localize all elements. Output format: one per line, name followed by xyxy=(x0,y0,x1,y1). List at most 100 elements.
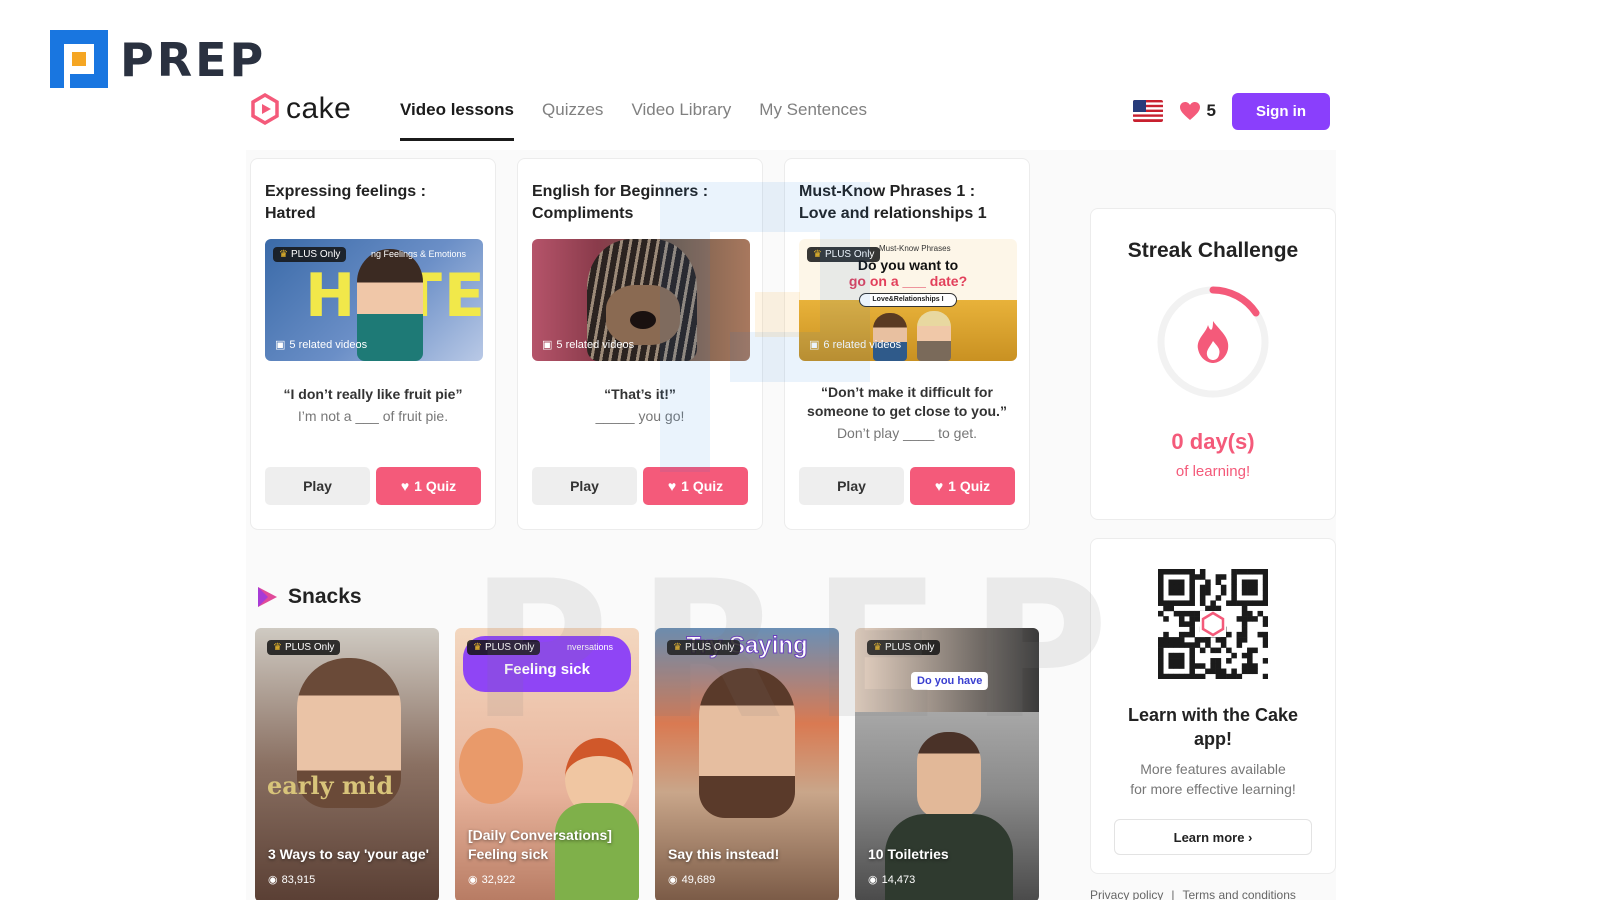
qr-module xyxy=(1163,642,1169,648)
lesson-title[interactable]: English for Beginners : Compliments xyxy=(532,181,748,229)
qr-module xyxy=(1215,579,1222,586)
qr-module xyxy=(1199,569,1206,575)
qr-module xyxy=(1158,673,1164,680)
qr-module xyxy=(1210,600,1216,606)
qr-module xyxy=(1158,579,1164,586)
play-button[interactable]: Play xyxy=(265,467,370,505)
snack-views: ◉ 32,922 xyxy=(468,873,516,887)
qr-module xyxy=(1241,663,1248,669)
snack-card[interactable]: Do you have ♛ PLUS Only 10 Toiletries ◉ 14… xyxy=(855,628,1039,900)
qr-module xyxy=(1194,637,1201,643)
quiz-button[interactable]: ♥ 1 Quiz xyxy=(910,467,1015,505)
qr-module xyxy=(1215,658,1222,664)
qr-module xyxy=(1205,642,1211,648)
qr-module xyxy=(1194,673,1201,680)
prep-logo-icon xyxy=(50,30,110,90)
qr-module xyxy=(1163,569,1169,575)
qr-module xyxy=(1189,595,1195,601)
qr-module xyxy=(1163,637,1169,643)
lesson-card[interactable]: Expressing feelings : Hatred HATE ng Fee… xyxy=(250,158,496,530)
qr-module xyxy=(1247,600,1253,606)
lesson-thumbnail[interactable]: ▣ 5 related videos xyxy=(532,239,750,361)
play-button[interactable]: Play xyxy=(532,467,637,505)
sign-in-button[interactable]: Sign in xyxy=(1232,92,1330,130)
snack-views: ◉ 14,473 xyxy=(868,873,916,887)
learn-more-button[interactable]: Learn more › xyxy=(1114,819,1312,855)
quiz-button[interactable]: ♥ 1 Quiz xyxy=(643,467,748,505)
main-nav: Video lessons Quizzes Video Library My S… xyxy=(400,100,867,141)
hearts-counter[interactable]: 5 xyxy=(1179,101,1216,121)
snack-title: [Daily Conversations] Feeling sick xyxy=(468,827,612,862)
cake-logo[interactable]: cake xyxy=(250,92,351,126)
qr-module xyxy=(1168,569,1175,575)
terms-link[interactable]: Terms and conditions xyxy=(1182,888,1295,900)
qr-module xyxy=(1262,589,1269,596)
qr-module xyxy=(1168,663,1175,669)
qr-module xyxy=(1262,569,1269,575)
lesson-title[interactable]: Must-Know Phrases 1 : Love and relations… xyxy=(799,181,1015,229)
qr-module xyxy=(1194,642,1201,648)
qr-module xyxy=(1163,631,1169,638)
lesson-quote: “Don’t make it difficult for someone to … xyxy=(807,384,1007,419)
quiz-button[interactable]: ♥ 1 Quiz xyxy=(376,467,481,505)
qr-module xyxy=(1241,584,1248,591)
cake-logo-icon xyxy=(251,93,279,125)
lesson-title[interactable]: Expressing feelings : Hatred xyxy=(265,181,481,229)
qr-module xyxy=(1247,610,1253,617)
lesson-thumbnail[interactable]: HATE ng Feelings & Emotions ♛PLUS Only ▣… xyxy=(265,239,483,361)
qr-module xyxy=(1189,584,1195,591)
heart-icon: ♥ xyxy=(667,478,677,494)
qr-module xyxy=(1189,658,1195,664)
snack-overlay-text: Feeling sick xyxy=(504,661,590,678)
snack-card[interactable]: nversations Feeling sick ♛ PLUS Only [Dai… xyxy=(455,628,639,900)
qr-module xyxy=(1215,668,1222,675)
qr-module xyxy=(1220,589,1227,596)
qr-module xyxy=(1189,647,1195,654)
lesson-fill-blank: _____ you go! xyxy=(595,408,685,424)
qr-module xyxy=(1241,668,1248,675)
qr-module xyxy=(1173,610,1180,617)
app-promo-card: Learn with the Cake app! More features a… xyxy=(1090,538,1336,874)
snacks-title: Snacks xyxy=(288,585,362,608)
lesson-card[interactable]: English for Beginners : Compliments ▣ 5 r… xyxy=(517,158,763,530)
nav-video-lessons[interactable]: Video lessons xyxy=(400,100,515,141)
qr-module xyxy=(1199,673,1206,680)
qr-module xyxy=(1199,595,1206,601)
nav-video-library[interactable]: Video Library xyxy=(631,100,731,141)
qr-module xyxy=(1257,569,1264,575)
qr-module xyxy=(1173,642,1180,648)
privacy-policy-link[interactable]: Privacy policy xyxy=(1090,888,1163,900)
qr-module xyxy=(1247,579,1253,586)
qr-module xyxy=(1189,574,1195,580)
qr-module xyxy=(1199,647,1206,654)
qr-module xyxy=(1168,642,1175,648)
play-button[interactable]: Play xyxy=(799,467,904,505)
qr-module xyxy=(1215,574,1222,580)
qr-module xyxy=(1231,673,1237,680)
qr-module xyxy=(1252,663,1258,669)
nav-my-sentences[interactable]: My Sentences xyxy=(759,100,867,141)
qr-module xyxy=(1257,631,1264,638)
qr-module xyxy=(1173,663,1180,669)
app-promo-subtitle: More features available for more effecti… xyxy=(1130,761,1296,797)
plus-only-badge: ♛ PLUS Only xyxy=(667,640,741,655)
related-videos-label: ▣ 5 related videos xyxy=(275,338,368,352)
snack-card[interactable]: early mid ♛ PLUS Only 3 Ways to say 'your… xyxy=(255,628,439,900)
lesson-thumbnail[interactable]: Must-Know Phrases Do you want to go on a… xyxy=(799,239,1017,361)
qr-module xyxy=(1199,637,1206,643)
qr-module xyxy=(1168,658,1175,664)
qr-module xyxy=(1184,569,1190,575)
qr-module xyxy=(1189,663,1195,669)
lesson-card[interactable]: Must-Know Phrases 1 : Love and relations… xyxy=(784,158,1030,530)
us-flag-icon[interactable] xyxy=(1132,100,1163,122)
nav-quizzes[interactable]: Quizzes xyxy=(542,100,603,141)
qr-module xyxy=(1163,673,1169,680)
snack-card[interactable]: Try Saying ♛ PLUS Only Say this instead! … xyxy=(655,628,839,900)
qr-module xyxy=(1205,579,1211,586)
snack-title: 3 Ways to say 'your age' xyxy=(268,846,429,862)
footer-separator: | xyxy=(1171,888,1175,900)
qr-module xyxy=(1178,600,1185,606)
footer-links: Privacy policy | Terms and conditions xyxy=(1090,888,1296,900)
qr-module xyxy=(1236,637,1243,643)
qr-module xyxy=(1262,584,1269,591)
